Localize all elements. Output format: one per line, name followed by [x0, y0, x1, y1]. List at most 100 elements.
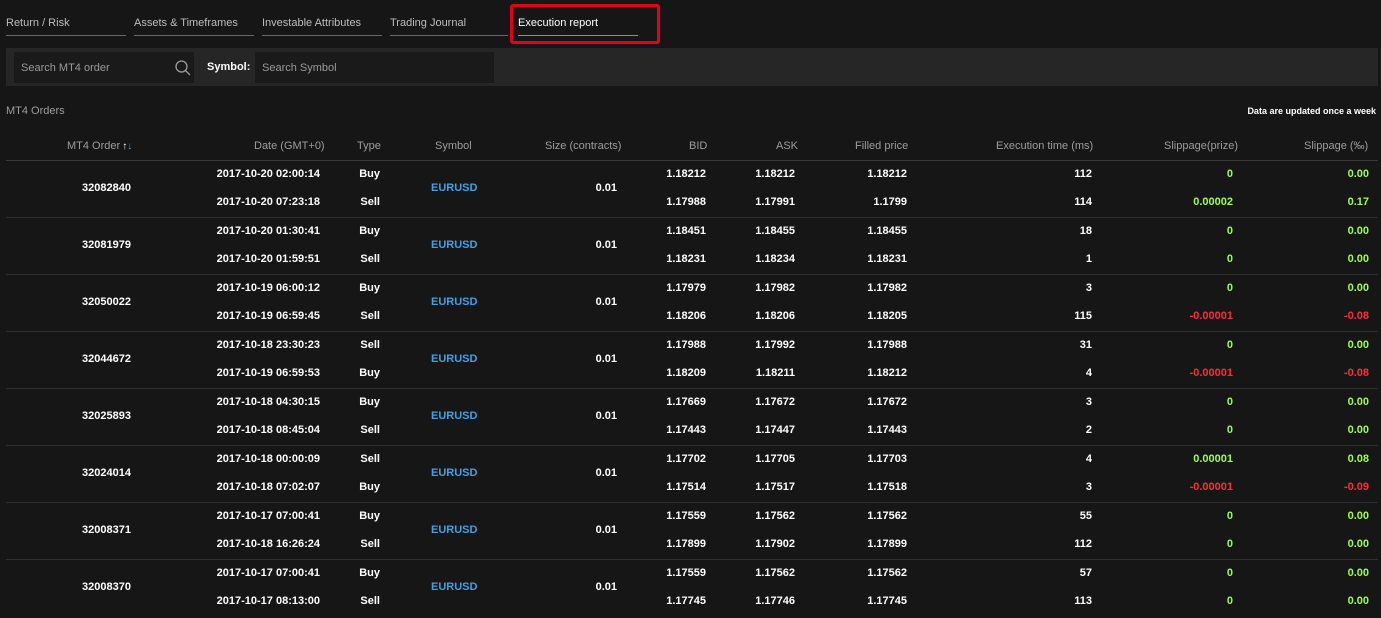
cell-ask: 1.18206	[755, 310, 795, 322]
cell-filled: 1.17443	[867, 424, 907, 436]
cell-slip: 0	[1226, 225, 1233, 237]
symbol-link[interactable]: EURUSD	[431, 182, 477, 194]
cell-filled: 1.1799	[873, 196, 907, 208]
size-value: 0.01	[595, 296, 617, 308]
cell-slip-pm: 0.00	[1347, 595, 1369, 607]
col-symbol: Symbol	[435, 140, 472, 152]
cell-ask: 1.17902	[755, 538, 795, 550]
cell-slip-pm: 0.17	[1347, 196, 1369, 208]
cell-date: 2017-10-18 23:30:23	[216, 339, 320, 351]
cell-filled: 1.18205	[867, 310, 907, 322]
cell-filled: 1.17703	[867, 453, 907, 465]
cell-bid: 1.17988	[666, 196, 706, 208]
cell-slip-pm: 0.00	[1347, 510, 1369, 522]
order-group: 32044672 EURUSD 0.01 2017-10-18 23:30:23 Sel…	[6, 332, 1378, 389]
cell-filled: 1.17982	[867, 282, 907, 294]
cell-date: 2017-10-19 06:59:45	[216, 310, 320, 322]
cell-exec: 115	[1074, 310, 1092, 322]
cell-type: Buy	[359, 168, 380, 180]
tab-assets-timeframes[interactable]: Assets & Timeframes	[134, 14, 254, 36]
cell-slip: 0	[1226, 253, 1233, 265]
cell-exec: 3	[1085, 282, 1092, 294]
cell-slip: 0	[1226, 510, 1233, 522]
order-group: 32008371 EURUSD 0.01 2017-10-17 07:00:41 Buy…	[6, 503, 1378, 560]
filter-bar: Symbol:	[6, 48, 1378, 86]
cell-bid: 1.18206	[666, 310, 706, 322]
cell-type: Sell	[360, 196, 380, 208]
symbol-link[interactable]: EURUSD	[431, 353, 477, 365]
cell-bid: 1.17514	[666, 481, 706, 493]
cell-slip-pm: 0.08	[1347, 453, 1369, 465]
symbol-link[interactable]: EURUSD	[431, 467, 477, 479]
order-search-input[interactable]	[14, 52, 194, 83]
tab-investable-attributes[interactable]: Investable Attributes	[262, 14, 382, 36]
cell-bid: 1.17559	[666, 510, 706, 522]
symbol-label: Symbol:	[207, 61, 251, 73]
cell-slip: 0	[1226, 595, 1233, 607]
cell-type: Sell	[360, 538, 380, 550]
cell-date: 2017-10-19 06:00:12	[216, 282, 320, 294]
cell-date: 2017-10-17 07:00:41	[216, 567, 320, 579]
tab-return-risk[interactable]: Return / Risk	[6, 14, 126, 36]
cell-date: 2017-10-18 04:30:15	[216, 396, 320, 408]
cell-exec: 1	[1085, 253, 1092, 265]
cell-ask: 1.17672	[755, 396, 795, 408]
cell-ask: 1.17562	[755, 510, 795, 522]
cell-date: 2017-10-20 01:59:51	[216, 253, 320, 265]
cell-date: 2017-10-19 06:59:53	[216, 367, 320, 379]
search-icon[interactable]	[174, 59, 192, 77]
cell-exec: 31	[1079, 339, 1092, 351]
cell-filled: 1.17899	[867, 538, 907, 550]
symbol-link[interactable]: EURUSD	[431, 581, 477, 593]
sort-icon[interactable]: ↑↓	[122, 141, 132, 152]
order-number: 32050022	[82, 296, 131, 308]
order-number: 32081979	[82, 239, 131, 251]
order-number: 32008371	[82, 524, 131, 536]
order-number: 32025893	[82, 410, 131, 422]
symbol-link[interactable]: EURUSD	[431, 296, 477, 308]
cell-slip: 0	[1226, 396, 1233, 408]
symbol-search-input[interactable]	[255, 52, 494, 83]
cell-type: Buy	[359, 367, 380, 379]
cell-type: Sell	[360, 453, 380, 465]
cell-ask: 1.17992	[755, 339, 795, 351]
col-mt4-order[interactable]: MT4 Order ↑↓	[67, 140, 132, 152]
size-value: 0.01	[595, 239, 617, 251]
cell-date: 2017-10-17 07:00:41	[216, 510, 320, 522]
cell-exec: 2	[1085, 424, 1092, 436]
cell-bid: 1.18451	[666, 225, 706, 237]
symbol-search	[255, 52, 494, 83]
symbol-link[interactable]: EURUSD	[431, 239, 477, 251]
orders-table: MT4 Order ↑↓ Date (GMT+0) Type Symbol Siz…	[6, 131, 1378, 616]
symbol-link[interactable]: EURUSD	[431, 524, 477, 536]
cell-ask: 1.17705	[755, 453, 795, 465]
size-value: 0.01	[595, 581, 617, 593]
symbol-link[interactable]: EURUSD	[431, 410, 477, 422]
cell-slip-pm: 0.00	[1347, 538, 1369, 550]
tab-trading-journal[interactable]: Trading Journal	[390, 14, 508, 36]
col-slippage-permille: Slippage (‰)	[1304, 140, 1369, 152]
cell-exec: 3	[1085, 481, 1092, 493]
cell-type: Buy	[359, 481, 380, 493]
cell-filled: 1.17988	[867, 339, 907, 351]
cell-ask: 1.17746	[755, 595, 795, 607]
cell-exec: 57	[1079, 567, 1092, 579]
cell-filled: 1.18455	[867, 225, 907, 237]
cell-bid: 1.18209	[666, 367, 706, 379]
col-size: Size (contracts)	[545, 140, 622, 152]
cell-slip-pm: 0.00	[1347, 253, 1369, 265]
size-value: 0.01	[595, 467, 617, 479]
size-value: 0.01	[595, 410, 617, 422]
cell-slip-pm: 0.00	[1347, 282, 1369, 294]
cell-slip-pm: 0.00	[1347, 424, 1369, 436]
col-execution-time: Execution time (ms)	[996, 140, 1094, 152]
col-type: Type	[357, 140, 381, 152]
cell-ask: 1.17447	[755, 424, 795, 436]
cell-exec: 4	[1085, 367, 1092, 379]
section-title: MT4 Orders	[6, 105, 65, 117]
cell-slip: 0	[1226, 282, 1233, 294]
cell-exec: 112	[1074, 538, 1092, 550]
cell-slip: 0.00002	[1193, 196, 1233, 208]
cell-exec: 112	[1074, 168, 1092, 180]
order-number: 32044672	[82, 353, 131, 365]
